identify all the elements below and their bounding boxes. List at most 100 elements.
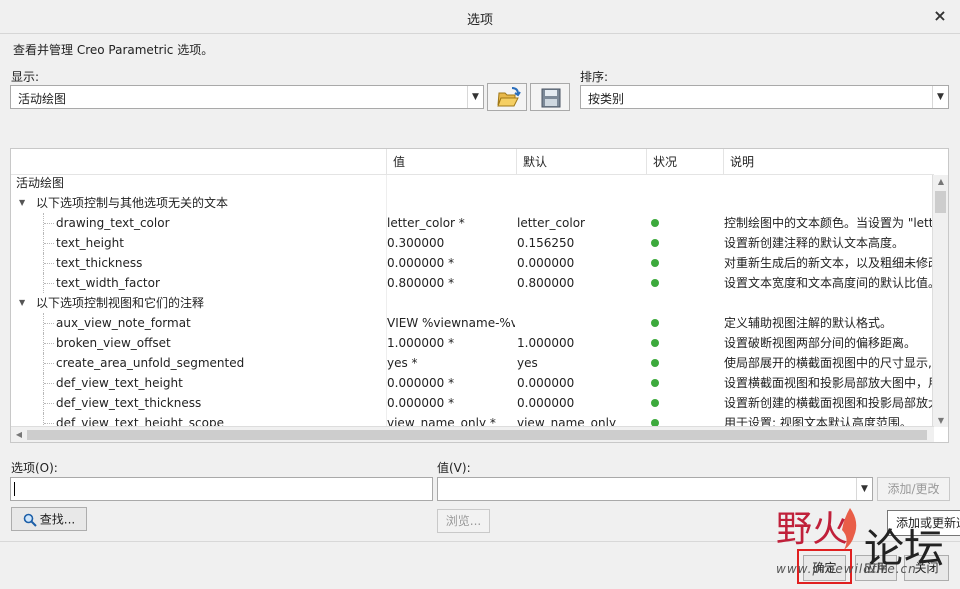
option-value: 0.000000 *: [387, 376, 455, 390]
scroll-thumb[interactable]: [935, 191, 946, 213]
scroll-left-icon[interactable]: ◀: [11, 430, 27, 439]
dialog-title: 选项: [466, 13, 493, 28]
option-name: def_view_text_height: [56, 376, 183, 390]
status-ok-icon: [651, 379, 659, 387]
option-description: 设置文本宽度和文本高度间的默认比值。: [724, 276, 934, 290]
option-default: 0.800000: [517, 276, 575, 290]
close-icon[interactable]: ×: [930, 6, 950, 26]
horizontal-scrollbar[interactable]: ◀: [11, 426, 934, 442]
table-row[interactable]: drawing_text_color letter_color * letter_c…: [11, 213, 934, 233]
header-value[interactable]: 值: [386, 149, 516, 175]
chevron-down-icon[interactable]: ▼: [932, 86, 948, 108]
group-title: 以下选项控制视图和它们的注释: [36, 296, 205, 310]
option-description: 定义辅助视图注解的默认格式。: [724, 316, 893, 330]
table-row[interactable]: def_view_text_height 0.000000 * 0.000000 设置…: [11, 373, 934, 393]
option-value: VIEW %viewname-%vi: [387, 316, 515, 330]
tree-root-row[interactable]: 活动绘图: [11, 173, 934, 193]
option-name: text_height: [56, 236, 124, 250]
vertical-scrollbar[interactable]: ▲ ▼: [932, 175, 948, 427]
display-combo[interactable]: 活动绘图 ▼: [10, 85, 484, 109]
tree-group-row[interactable]: ▼ 以下选项控制与其他选项无关的文本: [11, 193, 934, 213]
table-row[interactable]: text_width_factor 0.800000 * 0.800000 设置文本宽…: [11, 273, 934, 293]
sort-combo[interactable]: 按类别 ▼: [580, 85, 949, 109]
tree-branch: [44, 383, 54, 384]
hscroll-thumb[interactable]: [27, 430, 927, 440]
caret-down-icon[interactable]: ▼: [19, 193, 25, 213]
status-ok-icon: [651, 279, 659, 287]
sort-label: 排序:: [580, 70, 609, 84]
dialog-titlebar: 选项 ×: [0, 0, 960, 34]
tree-group-row[interactable]: ▼ 以下选项控制视图和它们的注释: [11, 293, 934, 313]
tree-branch: [44, 423, 54, 424]
option-name: aux_view_note_format: [56, 316, 191, 330]
option-name: text_thickness: [56, 256, 143, 270]
option-default: 0.000000: [517, 376, 575, 390]
display-value: 活动绘图: [18, 92, 67, 106]
tree-root-label: 活动绘图: [16, 176, 65, 190]
watermark-url: www.proewildfire.cn: [776, 562, 917, 576]
header-description[interactable]: 说明: [723, 149, 934, 175]
header-default[interactable]: 默认: [516, 149, 646, 175]
tree-branch: [44, 343, 54, 344]
add-change-button[interactable]: 添加/更改: [877, 477, 950, 501]
dialog-description: 查看并管理 Creo Parametric 选项。: [13, 43, 214, 57]
option-input[interactable]: [10, 477, 433, 501]
text-caret: [14, 482, 15, 496]
options-table[interactable]: 值 默认 状况 说明 活动绘图 ▼ 以下选项控制与其他选项无关的文本 drawing_…: [10, 148, 949, 443]
table-row[interactable]: text_height 0.300000 0.156250 设置新创建注释的默认文本高…: [11, 233, 934, 253]
option-description: 对重新生成后的新文本，以及粗细未修改: [724, 256, 934, 270]
caret-down-icon[interactable]: ▼: [19, 293, 25, 313]
option-description: 设置横截面视图和投影局部放大图中，用: [724, 376, 934, 390]
folder-open-icon: [497, 87, 521, 107]
search-icon: [23, 513, 37, 527]
watermark-brand: 野火: [776, 509, 849, 550]
chevron-down-icon[interactable]: ▼: [856, 478, 872, 500]
save-config-button[interactable]: [530, 83, 570, 111]
option-description: 设置新创建的横截面视图和投影局部放大: [724, 396, 934, 410]
display-label: 显示:: [11, 70, 40, 84]
header-name[interactable]: [11, 149, 386, 175]
option-value: 0.000000 *: [387, 256, 455, 270]
status-ok-icon: [651, 339, 659, 347]
status-ok-icon: [651, 239, 659, 247]
browse-button[interactable]: 浏览...: [437, 509, 490, 533]
option-description: 设置新创建注释的默认文本高度。: [724, 236, 905, 250]
value-combo[interactable]: ▼: [437, 477, 873, 501]
option-default: 0.156250: [517, 236, 575, 250]
option-name: broken_view_offset: [56, 336, 171, 350]
option-default: 1.000000: [517, 336, 575, 350]
table-row[interactable]: broken_view_offset 1.000000 * 1.000000 设置破断…: [11, 333, 934, 353]
status-ok-icon: [651, 259, 659, 267]
option-value: 0.000000 *: [387, 396, 455, 410]
option-default: 0.000000: [517, 256, 575, 270]
tree-branch: [44, 363, 54, 364]
option-description: 使局部展开的横截面视图中的尺寸显示,: [724, 356, 932, 370]
table-row[interactable]: create_area_unfold_segmented yes * yes 使局部展…: [11, 353, 934, 373]
option-description: 设置破断视图两部分间的偏移距离。: [724, 336, 917, 350]
tree-branch: [44, 323, 54, 324]
tree-branch: [44, 283, 54, 284]
group-title: 以下选项控制与其他选项无关的文本: [36, 196, 229, 210]
find-button-label: 查找...: [39, 512, 76, 527]
table-row[interactable]: aux_view_note_format VIEW %viewname-%vi 定义…: [11, 313, 934, 333]
scroll-down-icon[interactable]: ▼: [933, 416, 948, 425]
scroll-up-icon[interactable]: ▲: [933, 177, 948, 186]
table-row[interactable]: text_thickness 0.000000 * 0.000000 对重新生成后的新…: [11, 253, 934, 273]
option-value: yes *: [387, 356, 418, 370]
chevron-down-icon[interactable]: ▼: [467, 86, 483, 108]
header-status[interactable]: 状况: [646, 149, 723, 175]
status-ok-icon: [651, 399, 659, 407]
status-ok-icon: [651, 319, 659, 327]
option-value: 1.000000 *: [387, 336, 455, 350]
status-ok-icon: [651, 219, 659, 227]
find-button[interactable]: 查找...: [11, 507, 87, 531]
option-default: 0.000000: [517, 396, 575, 410]
open-config-button[interactable]: [487, 83, 527, 111]
option-name: text_width_factor: [56, 276, 160, 290]
tree-branch: [44, 223, 54, 224]
tree-branch: [44, 403, 54, 404]
tree-branch: [44, 263, 54, 264]
option-name: def_view_text_thickness: [56, 396, 202, 410]
table-header: 值 默认 状况 说明: [11, 149, 934, 175]
table-row[interactable]: def_view_text_thickness 0.000000 * 0.00000…: [11, 393, 934, 413]
